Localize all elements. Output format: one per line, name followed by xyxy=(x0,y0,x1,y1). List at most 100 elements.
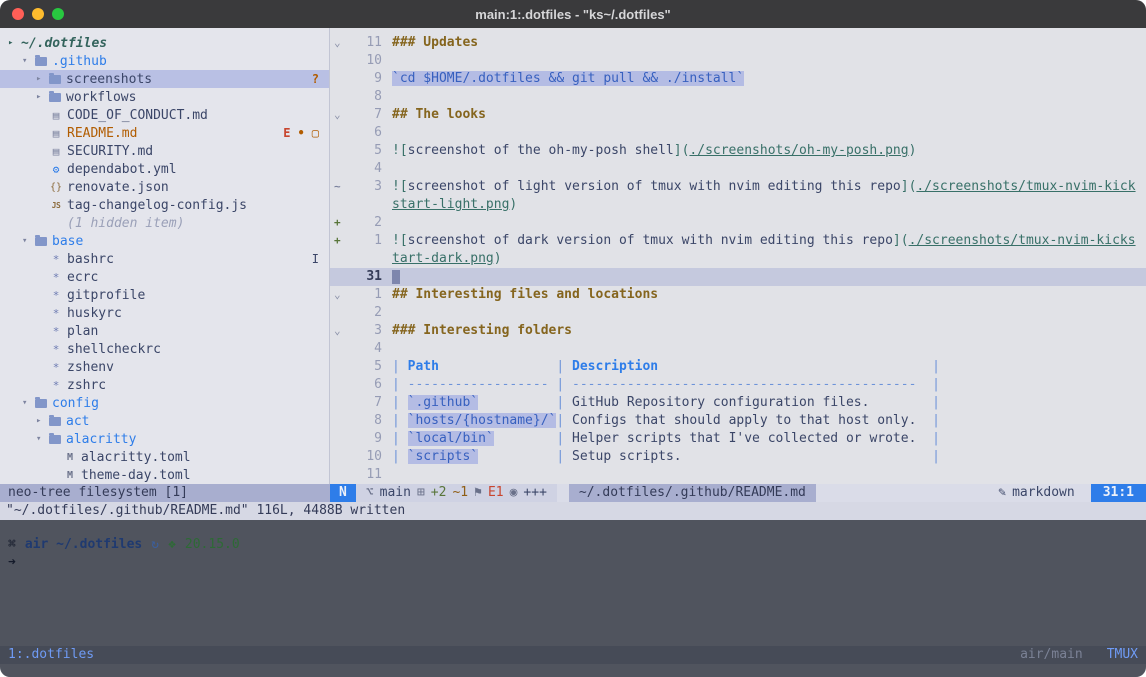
token-da: ----------------------------------------… xyxy=(572,377,916,392)
minimize-button[interactable] xyxy=(32,8,44,20)
fold-icon[interactable]: ⌄ xyxy=(330,286,350,304)
tree-item-bashrc[interactable]: *bashrcI xyxy=(0,250,329,268)
tree-item-screenshots[interactable]: ▸screenshots? xyxy=(0,70,329,88)
pencil-icon: ✎ xyxy=(998,484,1006,502)
cursor-line[interactable]: 31 xyxy=(330,268,1146,286)
shell-area[interactable]: ⌘ air ~/.dotfiles ↻ ❖ 20.15.0 ➜ 1:.dotfi… xyxy=(0,520,1146,677)
expander-icon[interactable]: ▾ xyxy=(36,434,49,444)
editor-line[interactable]: ⌄11### Updates xyxy=(330,34,1146,52)
token-pu: ![ xyxy=(392,143,408,158)
close-button[interactable] xyxy=(12,8,24,20)
tree-item-alacritty[interactable]: ▾alacritty xyxy=(0,430,329,448)
tree-item-label: alacritty.toml xyxy=(81,450,191,465)
line-text xyxy=(392,52,1142,70)
tree-item-zshrc[interactable]: *zshrc xyxy=(0,376,329,394)
tree-item-label: dependabot.yml xyxy=(67,162,177,177)
editor-line[interactable]: +2 xyxy=(330,214,1146,232)
editor-line[interactable]: ~3![screenshot of light version of tmux … xyxy=(330,178,1146,214)
zoom-button[interactable] xyxy=(52,8,64,20)
editor-line[interactable]: 5![screenshot of the oh-my-posh shell](.… xyxy=(330,142,1146,160)
neotree-sidebar[interactable]: ▸~/.dotfiles▾.github▸screenshots?▸workfl… xyxy=(0,28,330,484)
statusline: neo-tree filesystem [1] N ⌥ main ⊞ +2 ~1… xyxy=(0,484,1146,502)
traffic-lights xyxy=(0,8,64,20)
tree-item-config[interactable]: ▾config xyxy=(0,394,329,412)
token-pu: ]( xyxy=(674,143,690,158)
tmux-window-name[interactable]: 1:.dotfiles xyxy=(8,646,94,664)
editor-line[interactable]: 4 xyxy=(330,340,1146,358)
editor-line[interactable]: ⌄7## The looks xyxy=(330,106,1146,124)
editor-line[interactable]: 8 xyxy=(330,88,1146,106)
editor-line[interactable]: 10| `scripts` | Setup scripts. | xyxy=(330,448,1146,466)
editor-line[interactable]: 11 xyxy=(330,466,1146,484)
error-count: E1 xyxy=(488,484,504,502)
token-pi: | xyxy=(556,377,572,392)
tree-item-plan[interactable]: *plan xyxy=(0,322,329,340)
editor-line[interactable]: 9`cd $HOME/.dotfiles && git pull && ./in… xyxy=(330,70,1146,88)
editor-line[interactable]: 9| `local/bin` | Helper scripts that I'v… xyxy=(330,430,1146,448)
git-sign: + xyxy=(330,214,350,232)
editor-pane[interactable]: ⌄11### Updates109`cd $HOME/.dotfiles && … xyxy=(330,28,1146,484)
gutter: 4 xyxy=(330,160,382,178)
tree-item-security-md[interactable]: ▤SECURITY.md xyxy=(0,142,329,160)
tree-item-theme-day-toml[interactable]: Mtheme-day.toml xyxy=(0,466,329,484)
tree-item-huskyrc[interactable]: *huskyrc xyxy=(0,304,329,322)
gutter: 5 xyxy=(330,142,382,160)
expander-icon[interactable]: ▸ xyxy=(8,38,21,48)
fold-icon[interactable]: ⌄ xyxy=(330,106,350,124)
token-tx: GitHub Repository configuration files. xyxy=(572,395,932,410)
expander-icon[interactable]: ▸ xyxy=(36,416,49,426)
tree-item-dependabot-yml[interactable]: ⚙dependabot.yml xyxy=(0,160,329,178)
badge-warn: ▢ xyxy=(312,126,319,140)
expander-icon[interactable]: ▸ xyxy=(36,74,49,84)
editor-line[interactable]: 2 xyxy=(330,304,1146,322)
expander-icon[interactable]: ▾ xyxy=(22,236,35,246)
line-text: | `.github` | GitHub Repository configur… xyxy=(392,394,1142,412)
tree-item-alacritty-toml[interactable]: Malacritty.toml xyxy=(0,448,329,466)
tree-item-gitprofile[interactable]: *gitprofile xyxy=(0,286,329,304)
editor-line[interactable]: 6 xyxy=(330,124,1146,142)
editor-line[interactable]: 5| Path | Description | xyxy=(330,358,1146,376)
tree-item-label: huskyrc xyxy=(67,306,122,321)
tmux-statusbar[interactable]: 1:.dotfiles air/main TMUX xyxy=(0,646,1146,664)
git-status-segment: ⌥ main ⊞ +2 ~1 ⚑ E1 ◉ +++ xyxy=(356,484,557,502)
tree-item-renovate-json[interactable]: {}renovate.json xyxy=(0,178,329,196)
expander-icon[interactable]: ▾ xyxy=(22,56,35,66)
tree-item-code-of-conduct-md[interactable]: ▤CODE_OF_CONDUCT.md xyxy=(0,106,329,124)
tree-item-tag-changelog-config-js[interactable]: JStag-changelog-config.js xyxy=(0,196,329,214)
editor-line[interactable]: 7| `.github` | GitHub Repository configu… xyxy=(330,394,1146,412)
star-file-icon: * xyxy=(49,289,63,302)
editor-line[interactable]: +1![screenshot of dark version of tmux w… xyxy=(330,232,1146,268)
command-line[interactable]: "~/.dotfiles/.github/README.md" 116L, 44… xyxy=(0,502,1146,520)
editor-line[interactable]: ⌄3### Interesting folders xyxy=(330,322,1146,340)
editor-line[interactable]: 6| ------------------ | ----------------… xyxy=(330,376,1146,394)
tree-item-dotfiles[interactable]: ▸~/.dotfiles xyxy=(0,34,329,52)
tree-item-label: act xyxy=(66,414,89,429)
star-file-icon: * xyxy=(49,325,63,338)
tree-item-1-hidden-item[interactable]: (1 hidden item) xyxy=(0,214,329,232)
fold-icon[interactable]: ⌄ xyxy=(330,34,350,52)
line-text xyxy=(392,340,1142,358)
tree-item-workflows[interactable]: ▸workflows xyxy=(0,88,329,106)
tree-item-label: renovate.json xyxy=(67,180,169,195)
gutter-spacer xyxy=(330,160,350,178)
tree-item-shellcheckrc[interactable]: *shellcheckrc xyxy=(0,340,329,358)
tree-item-label: base xyxy=(52,234,83,249)
expander-icon[interactable]: ▾ xyxy=(22,398,35,408)
editor-line[interactable]: 10 xyxy=(330,52,1146,70)
editor-line[interactable]: 8| `hosts/{hostname}/`| Configs that sho… xyxy=(330,412,1146,430)
tree-item-ecrc[interactable]: *ecrc xyxy=(0,268,329,286)
token-pi: | xyxy=(392,449,408,464)
editor-line[interactable]: ⌄1## Interesting files and locations xyxy=(330,286,1146,304)
fold-icon[interactable]: ⌄ xyxy=(330,322,350,340)
tree-item-github[interactable]: ▾.github xyxy=(0,52,329,70)
tree-item-base[interactable]: ▾ base xyxy=(0,232,329,250)
titlebar[interactable]: main:1:.dotfiles - "ks~/.dotfiles" xyxy=(0,0,1146,28)
tree-item-readme-md[interactable]: ▤README.mdE•▢ xyxy=(0,124,329,142)
token-tx: Setup scripts. xyxy=(572,449,932,464)
editor-line[interactable]: 4 xyxy=(330,160,1146,178)
tree-item-zshenv[interactable]: *zshenv xyxy=(0,358,329,376)
tree-item-act[interactable]: ▸ act xyxy=(0,412,329,430)
expander-icon[interactable]: ▸ xyxy=(36,92,49,102)
tree-item-label: shellcheckrc xyxy=(67,342,161,357)
line-number: 6 xyxy=(350,124,382,142)
